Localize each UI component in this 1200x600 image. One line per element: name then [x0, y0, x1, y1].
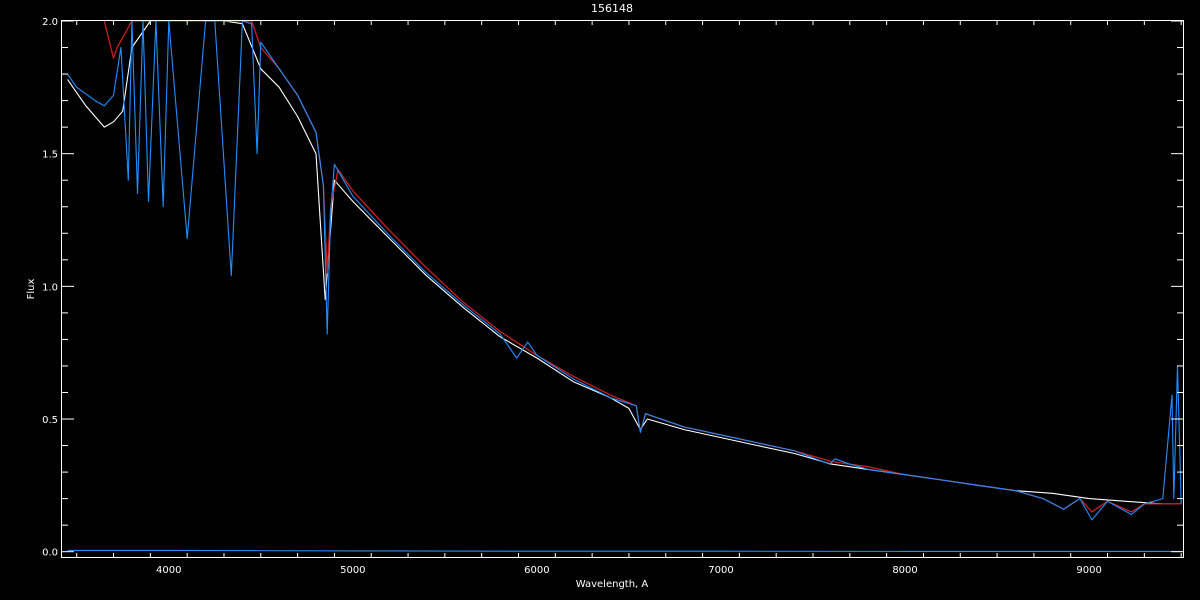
y-tick-label: 1.0	[42, 282, 58, 293]
x-tick-label: 8000	[892, 565, 917, 576]
x-tick-label: 9000	[1076, 565, 1101, 576]
y-tick-label: 2.0	[42, 17, 58, 28]
x-tick-label: 6000	[524, 565, 549, 576]
y-tick-label: 0.0	[42, 548, 58, 559]
x-axis-label: Wavelength, A	[576, 579, 649, 590]
x-tick-label: 4000	[156, 565, 181, 576]
spectrum-chart: 156148 4000 5000 6000 7000 8000 9000 0.0 0.5 1.0…	[0, 0, 1200, 600]
x-tick-label: 7000	[708, 565, 733, 576]
chart-background	[0, 0, 1200, 600]
chart-title: 156148	[591, 2, 633, 15]
y-axis-label: Flux	[26, 279, 37, 300]
x-tick-label: 5000	[340, 565, 365, 576]
y-tick-label: 0.5	[42, 415, 58, 426]
y-tick-label: 1.5	[42, 150, 58, 161]
